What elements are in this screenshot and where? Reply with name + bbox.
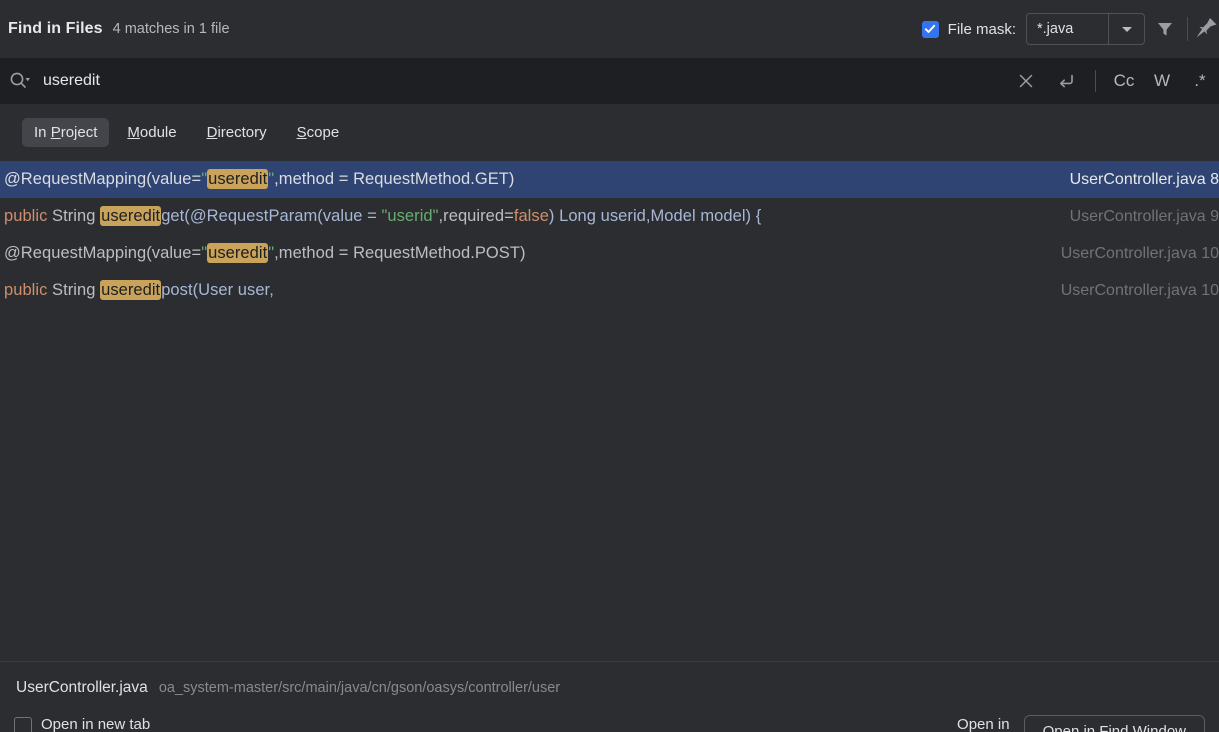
new-line-icon bbox=[1056, 72, 1076, 90]
close-icon bbox=[1017, 72, 1035, 90]
code-token: post(User user, bbox=[161, 281, 274, 299]
tab-module[interactable]: Module bbox=[115, 118, 188, 147]
code-token: @RequestMapping(value= bbox=[4, 244, 201, 262]
tab-in-project[interactable]: In Project bbox=[22, 118, 109, 147]
results-list[interactable]: @RequestMapping(value="useredit",method … bbox=[0, 161, 1219, 661]
search-options-divider bbox=[1095, 70, 1096, 92]
search-input[interactable] bbox=[43, 58, 1006, 104]
search-icon bbox=[9, 71, 31, 91]
toolbar-divider bbox=[1187, 17, 1188, 41]
match-highlight: useredit bbox=[207, 243, 268, 263]
scope-tabs: In ProjectModuleDirectoryScope bbox=[0, 104, 1219, 161]
chevron-down-icon bbox=[1122, 27, 1132, 32]
page-title: Find in Files bbox=[8, 20, 103, 38]
search-history-button[interactable] bbox=[9, 71, 35, 91]
filter-button[interactable] bbox=[1145, 7, 1185, 51]
result-file-location: UserController.java 8 bbox=[1070, 161, 1219, 198]
code-token: ) Long userid,Model model) { bbox=[549, 207, 761, 225]
file-mask-combobox[interactable]: *.java bbox=[1026, 13, 1145, 45]
result-code: public String usereditpost(User user, bbox=[4, 281, 274, 300]
tab-directory[interactable]: Directory bbox=[195, 118, 279, 147]
clear-search-button[interactable] bbox=[1006, 59, 1046, 103]
pin-icon bbox=[1190, 15, 1218, 43]
result-row[interactable]: @RequestMapping(value="useredit",method … bbox=[0, 235, 1219, 272]
open-in-find-window-button[interactable]: Open in Find Window bbox=[1024, 715, 1205, 732]
code-token: get(@RequestParam(value = bbox=[161, 207, 381, 225]
search-bar: Cc W .* bbox=[0, 58, 1219, 104]
regex-button[interactable]: .* bbox=[1181, 59, 1219, 103]
code-token: ,method = RequestMethod.GET) bbox=[274, 170, 514, 188]
search-options: Cc W .* bbox=[1006, 58, 1219, 104]
filter-icon bbox=[1155, 19, 1175, 39]
header-toolbar: File mask: *.java bbox=[922, 0, 1219, 58]
code-token: String bbox=[47, 281, 100, 299]
result-code: @RequestMapping(value="useredit",method … bbox=[4, 170, 514, 189]
selected-file-name: UserController.java bbox=[16, 679, 148, 697]
pin-button[interactable] bbox=[1190, 7, 1219, 51]
check-icon bbox=[924, 23, 936, 35]
match-highlight: useredit bbox=[100, 206, 161, 226]
code-token: ,method = RequestMethod.POST) bbox=[274, 244, 525, 262]
result-file-location: UserController.java 10 bbox=[1061, 272, 1219, 309]
result-row[interactable]: @RequestMapping(value="useredit",method … bbox=[0, 161, 1219, 198]
file-mask-dropdown-button[interactable] bbox=[1108, 14, 1144, 44]
open-in-new-tab-label: Open in new tab bbox=[41, 716, 150, 732]
file-mask-value[interactable]: *.java bbox=[1027, 14, 1108, 44]
code-token: public bbox=[4, 207, 47, 225]
match-highlight: useredit bbox=[207, 169, 268, 189]
code-token: @RequestMapping(value= bbox=[4, 170, 201, 188]
selected-file-path: oa_system-master/src/main/java/cn/gson/o… bbox=[159, 680, 560, 696]
code-token: String bbox=[47, 207, 100, 225]
match-highlight: useredit bbox=[100, 280, 161, 300]
match-case-button[interactable]: Cc bbox=[1105, 59, 1143, 103]
selected-file-info: UserController.java oa_system-master/src… bbox=[0, 662, 1219, 714]
code-token: false bbox=[514, 207, 549, 225]
result-code: public String usereditget(@RequestParam(… bbox=[4, 207, 761, 226]
dialog-header: Find in Files 4 matches in 1 file File m… bbox=[0, 0, 1219, 58]
result-file-location: UserController.java 10 bbox=[1061, 235, 1219, 272]
code-token: "userid" bbox=[381, 207, 438, 225]
find-in-files-dialog: Find in Files 4 matches in 1 file File m… bbox=[0, 0, 1219, 732]
result-file-location: UserController.java 9 bbox=[1070, 198, 1219, 235]
whole-words-button[interactable]: W bbox=[1143, 59, 1181, 103]
result-row[interactable]: public String usereditget(@RequestParam(… bbox=[0, 198, 1219, 235]
match-summary: 4 matches in 1 file bbox=[113, 21, 230, 37]
dialog-footer: Open in new tab Open in Open in Find Win… bbox=[0, 714, 1219, 732]
code-token: ,required= bbox=[439, 207, 514, 225]
open-in-label: Open in bbox=[957, 716, 1010, 732]
file-mask-checkbox[interactable] bbox=[922, 21, 939, 38]
tab-scope[interactable]: Scope bbox=[285, 118, 352, 147]
result-code: @RequestMapping(value="useredit",method … bbox=[4, 244, 526, 263]
result-row[interactable]: public String usereditpost(User user, Use… bbox=[0, 272, 1219, 309]
new-line-button[interactable] bbox=[1046, 59, 1086, 103]
open-in-new-tab-checkbox[interactable] bbox=[14, 717, 32, 732]
code-token: public bbox=[4, 281, 47, 299]
file-mask-label: File mask: bbox=[948, 21, 1016, 38]
footer-actions: Open in Open in Find Window bbox=[957, 714, 1219, 732]
